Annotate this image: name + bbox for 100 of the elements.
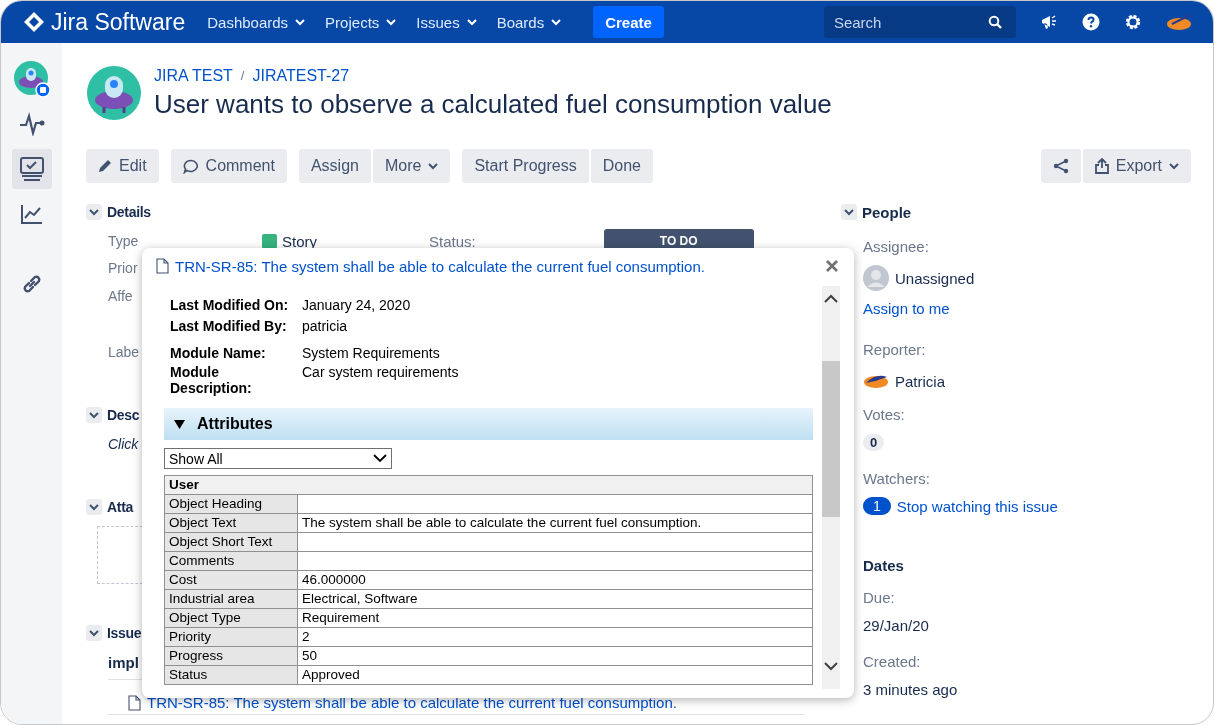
property-label: Last Modified By: xyxy=(170,318,288,334)
chevron-down-icon xyxy=(373,454,387,463)
issue-title: User wants to observe a calculated fuel consumption value xyxy=(154,88,832,120)
story-type: Story xyxy=(262,232,317,250)
chevron-down-icon xyxy=(844,208,854,216)
logo[interactable]: Jira Software xyxy=(23,8,186,36)
product-name: Jira Software xyxy=(51,8,186,36)
chevron-down-icon xyxy=(89,411,99,419)
export-button[interactable]: Export xyxy=(1082,149,1191,183)
speech-bubble-icon xyxy=(182,158,199,174)
nav-menu[interactable]: Dashboards xyxy=(207,13,316,31)
button-label: Done xyxy=(602,157,641,175)
chevron-down-icon xyxy=(89,208,99,216)
toolbar-button[interactable]: Done xyxy=(590,149,653,183)
property-value: patricia xyxy=(302,318,349,334)
property-label: Module Description: xyxy=(170,364,253,396)
chevron-up-icon xyxy=(824,294,838,303)
field-label: Due: xyxy=(863,588,895,606)
chart-icon xyxy=(19,203,44,225)
reporter-name: Patricia xyxy=(895,372,946,390)
settings-icon[interactable] xyxy=(1123,13,1142,31)
user-avatar-icon[interactable] xyxy=(1165,14,1192,30)
field-label: impl xyxy=(107,653,139,671)
project-avatar-icon xyxy=(86,65,142,121)
field-label: Prior xyxy=(107,260,138,276)
toolbar-button[interactable]: Edit xyxy=(86,149,159,183)
share-icon xyxy=(1052,158,1069,174)
table-cell: 50 xyxy=(297,646,813,666)
field-label: Labe xyxy=(107,344,140,360)
filter-dropdown[interactable]: Show All xyxy=(164,448,392,469)
button-label: Export xyxy=(1115,157,1162,175)
diamond-logo-icon xyxy=(23,11,45,33)
due-date: 29/Jan/20 xyxy=(863,616,929,634)
nav-menu[interactable]: Issues xyxy=(416,13,487,31)
field-label: Affe xyxy=(107,288,133,304)
search-field[interactable]: Search xyxy=(823,6,1016,38)
share-button[interactable] xyxy=(1040,149,1081,183)
section-toggle[interactable] xyxy=(86,204,102,220)
breadcrumb-link[interactable]: JIRA TEST xyxy=(154,66,233,85)
toolbar-button[interactable]: Start Progress xyxy=(462,149,589,183)
vote-count[interactable]: 0 xyxy=(863,433,885,451)
requirement-link[interactable]: TRN-SR-85: The system shall be able to calculate the current fuel consumption. xyxy=(175,257,705,275)
table-cell: Requirement xyxy=(297,608,813,628)
help-icon[interactable] xyxy=(1081,13,1100,31)
property-label: Module Name: xyxy=(170,345,267,361)
chevron-down-icon xyxy=(89,503,99,511)
section-heading: Issue xyxy=(107,625,142,641)
issue-link[interactable]: TRN-SR-85: The system shall be able to calculate the current fuel consumption. xyxy=(147,694,677,711)
field-label: Votes: xyxy=(863,405,905,423)
search-icon xyxy=(987,15,1002,29)
field-label: Assignee: xyxy=(863,237,929,255)
table-cell: 46.000000 xyxy=(297,570,813,590)
upload-icon xyxy=(1094,158,1109,174)
toolbar-button[interactable]: Assign xyxy=(298,149,371,183)
assign-to-me-link[interactable]: Assign to me xyxy=(863,299,950,317)
button-label: Comment xyxy=(205,157,275,175)
field-label: Type xyxy=(107,233,140,249)
section-toggle[interactable] xyxy=(86,625,102,641)
section-heading: Atta xyxy=(107,499,134,515)
sidebar-item[interactable] xyxy=(11,59,52,99)
field-label: Click xyxy=(107,436,139,452)
attributes-header[interactable]: Attributes xyxy=(164,408,813,440)
board-icon xyxy=(18,156,45,182)
document-icon xyxy=(156,258,169,274)
nav-menu[interactable]: Boards xyxy=(496,13,572,31)
table-cell: Electrical, Software xyxy=(297,589,813,609)
section-heading: People xyxy=(862,203,912,221)
section-heading: Dates xyxy=(863,556,904,574)
watcher-count[interactable]: 1 xyxy=(863,497,891,515)
scrollbar[interactable] xyxy=(822,286,840,689)
chevron-down-icon xyxy=(295,18,306,26)
toolbar-button[interactable]: More xyxy=(372,149,451,183)
person-placeholder-icon xyxy=(863,265,889,291)
stop-watching-link[interactable]: Stop watching this issue xyxy=(896,497,1058,515)
toolbar-button[interactable]: Comment xyxy=(170,149,287,183)
section-heading: Desc xyxy=(107,407,140,423)
megaphone-icon[interactable] xyxy=(1039,13,1058,31)
chevron-down-icon xyxy=(386,18,397,26)
table-cell: The system shall be able to calculate the current fuel consumption. xyxy=(297,513,813,533)
document-icon xyxy=(128,694,141,711)
nav-menu[interactable]: Projects xyxy=(325,13,407,31)
pencil-icon xyxy=(98,159,112,173)
section-heading: Attributes xyxy=(197,415,273,433)
property-value: System Requirements xyxy=(302,345,441,361)
section-toggle[interactable] xyxy=(86,407,102,423)
field-label: Status: xyxy=(429,232,476,250)
sidebar-item[interactable] xyxy=(11,149,52,189)
section-heading: Details xyxy=(107,204,151,220)
section-toggle[interactable] xyxy=(86,499,102,515)
close-icon[interactable] xyxy=(826,260,838,272)
project-avatar-icon xyxy=(12,60,51,98)
breadcrumb-link[interactable]: JIRATEST-27 xyxy=(252,66,350,85)
section-toggle[interactable] xyxy=(841,204,857,220)
chevron-down-icon xyxy=(428,162,439,170)
chevron-down-icon xyxy=(89,629,99,637)
user-avatar-icon xyxy=(863,373,889,389)
assignee-name: Unassigned xyxy=(895,269,975,287)
field-label: Created: xyxy=(863,652,921,670)
create-button[interactable]: Create xyxy=(593,6,664,38)
chevron-down-icon xyxy=(466,18,477,26)
